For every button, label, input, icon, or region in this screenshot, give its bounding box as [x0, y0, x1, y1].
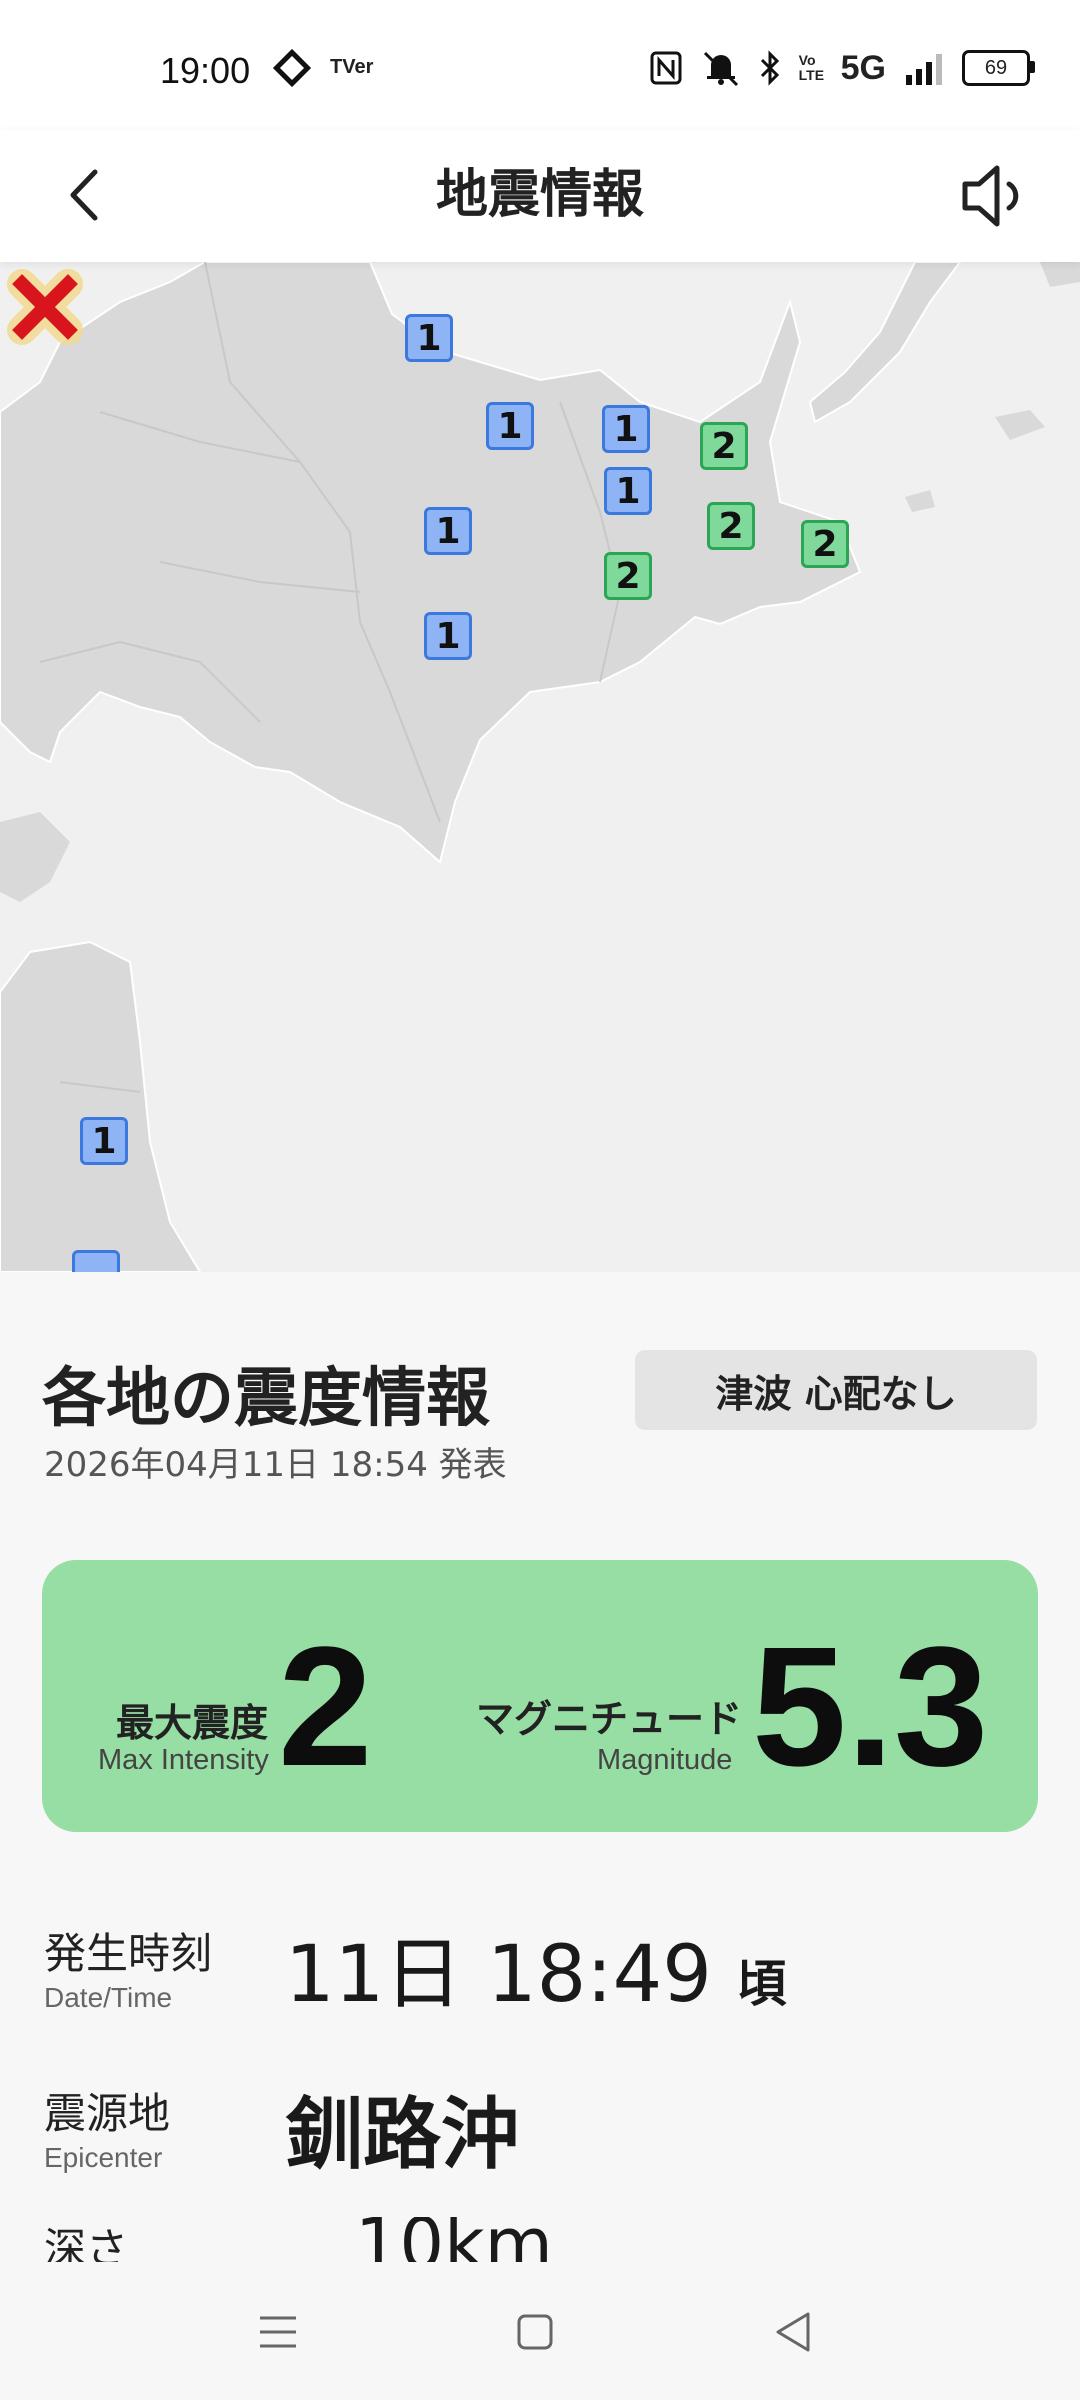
back-nav-icon[interactable]: [764, 2302, 824, 2362]
depth-label: 深さ: [44, 2224, 129, 2262]
datetime-suffix: 頃: [736, 1955, 787, 2013]
depth-value: 10km: [355, 2217, 553, 2262]
depth-row-clip: 深さ 10km: [0, 2217, 1080, 2262]
page-title: 地震情報: [435, 165, 644, 225]
intensity-marker[interactable]: 1: [604, 467, 652, 515]
intensity-marker[interactable]: 2: [801, 520, 849, 568]
earthquake-map[interactable]: 1 1 1 1 1 1 2 2 2 2 1: [0, 262, 1080, 1272]
system-nav-bar: [0, 2262, 1080, 2400]
peninsula: [0, 812, 70, 902]
kuril-island: [808, 262, 962, 424]
epicenter-label: 震源地: [44, 2089, 171, 2138]
app-header: 地震情報: [0, 130, 1080, 262]
intensity-marker[interactable]: 1: [424, 507, 472, 555]
datetime-en-label: Date/Time: [44, 1982, 173, 2013]
home-icon[interactable]: [505, 2302, 565, 2362]
intensity-marker[interactable]: [72, 1250, 120, 1272]
diamond-app-icon: [272, 48, 312, 88]
network-label: 5G: [840, 48, 886, 87]
battery-icon: 69: [962, 50, 1035, 86]
intensity-marker[interactable]: 1: [424, 612, 472, 660]
small-islet: [995, 410, 1045, 440]
small-islet-2: [905, 490, 935, 512]
datetime-label: 発生時刻: [44, 1929, 213, 1978]
magnitude-en-label: Magnitude: [597, 1744, 733, 1776]
map-land: [0, 262, 1080, 1272]
max-intensity-value: 2: [278, 1612, 373, 1802]
tsunami-badge: 津波 心配なし: [635, 1350, 1037, 1430]
status-bar: 19:00 TVer Vo LTE 5G 69: [0, 0, 1080, 130]
signal-icon: [906, 54, 942, 85]
section-title: 各地の震度情報: [42, 1362, 490, 1436]
bluetooth-icon: [760, 50, 779, 86]
tver-icon: TVer: [330, 56, 374, 78]
speaker-icon[interactable]: [955, 158, 1035, 234]
status-time: 19:00: [160, 50, 251, 91]
intensity-marker[interactable]: 2: [604, 552, 652, 600]
intensity-marker[interactable]: 1: [602, 405, 650, 453]
intensity-marker[interactable]: 1: [405, 314, 453, 362]
intensity-marker[interactable]: 2: [707, 502, 755, 550]
epicenter-en-label: Epicenter: [44, 2142, 163, 2173]
kuril-island-2: [1040, 262, 1080, 287]
nfc-icon: [650, 51, 682, 85]
datetime-value-text: 11日 18:49: [285, 1930, 712, 2020]
intensity-marker[interactable]: 1: [486, 402, 534, 450]
menu-icon[interactable]: [248, 2302, 308, 2362]
magnitude-value: 5.3: [752, 1612, 989, 1802]
max-intensity-label: 最大震度: [116, 1701, 269, 1745]
max-intensity-en-label: Max Intensity: [98, 1744, 269, 1776]
volte-label: Vo LTE: [798, 52, 825, 83]
intensity-marker[interactable]: 2: [700, 422, 748, 470]
issued-timestamp: 2026年04月11日 18:54 発表: [44, 1445, 507, 1485]
epicenter-value: 釧路沖: [285, 2090, 520, 2180]
epicenter-cross-icon[interactable]: [0, 262, 90, 352]
datetime-value: 11日 18:49 頃: [285, 1912, 787, 2024]
summary-card: 最大震度 Max Intensity 2 マグニチュード Magnitude 5…: [42, 1560, 1038, 1832]
intensity-marker[interactable]: 1: [80, 1117, 128, 1165]
magnitude-label: マグニチュード: [476, 1697, 743, 1741]
honshu-land: [0, 940, 202, 1272]
mute-bell-icon: [703, 51, 738, 87]
info-panel: 各地の震度情報 2026年04月11日 18:54 発表 津波 心配なし 最大震…: [0, 1272, 1080, 2262]
